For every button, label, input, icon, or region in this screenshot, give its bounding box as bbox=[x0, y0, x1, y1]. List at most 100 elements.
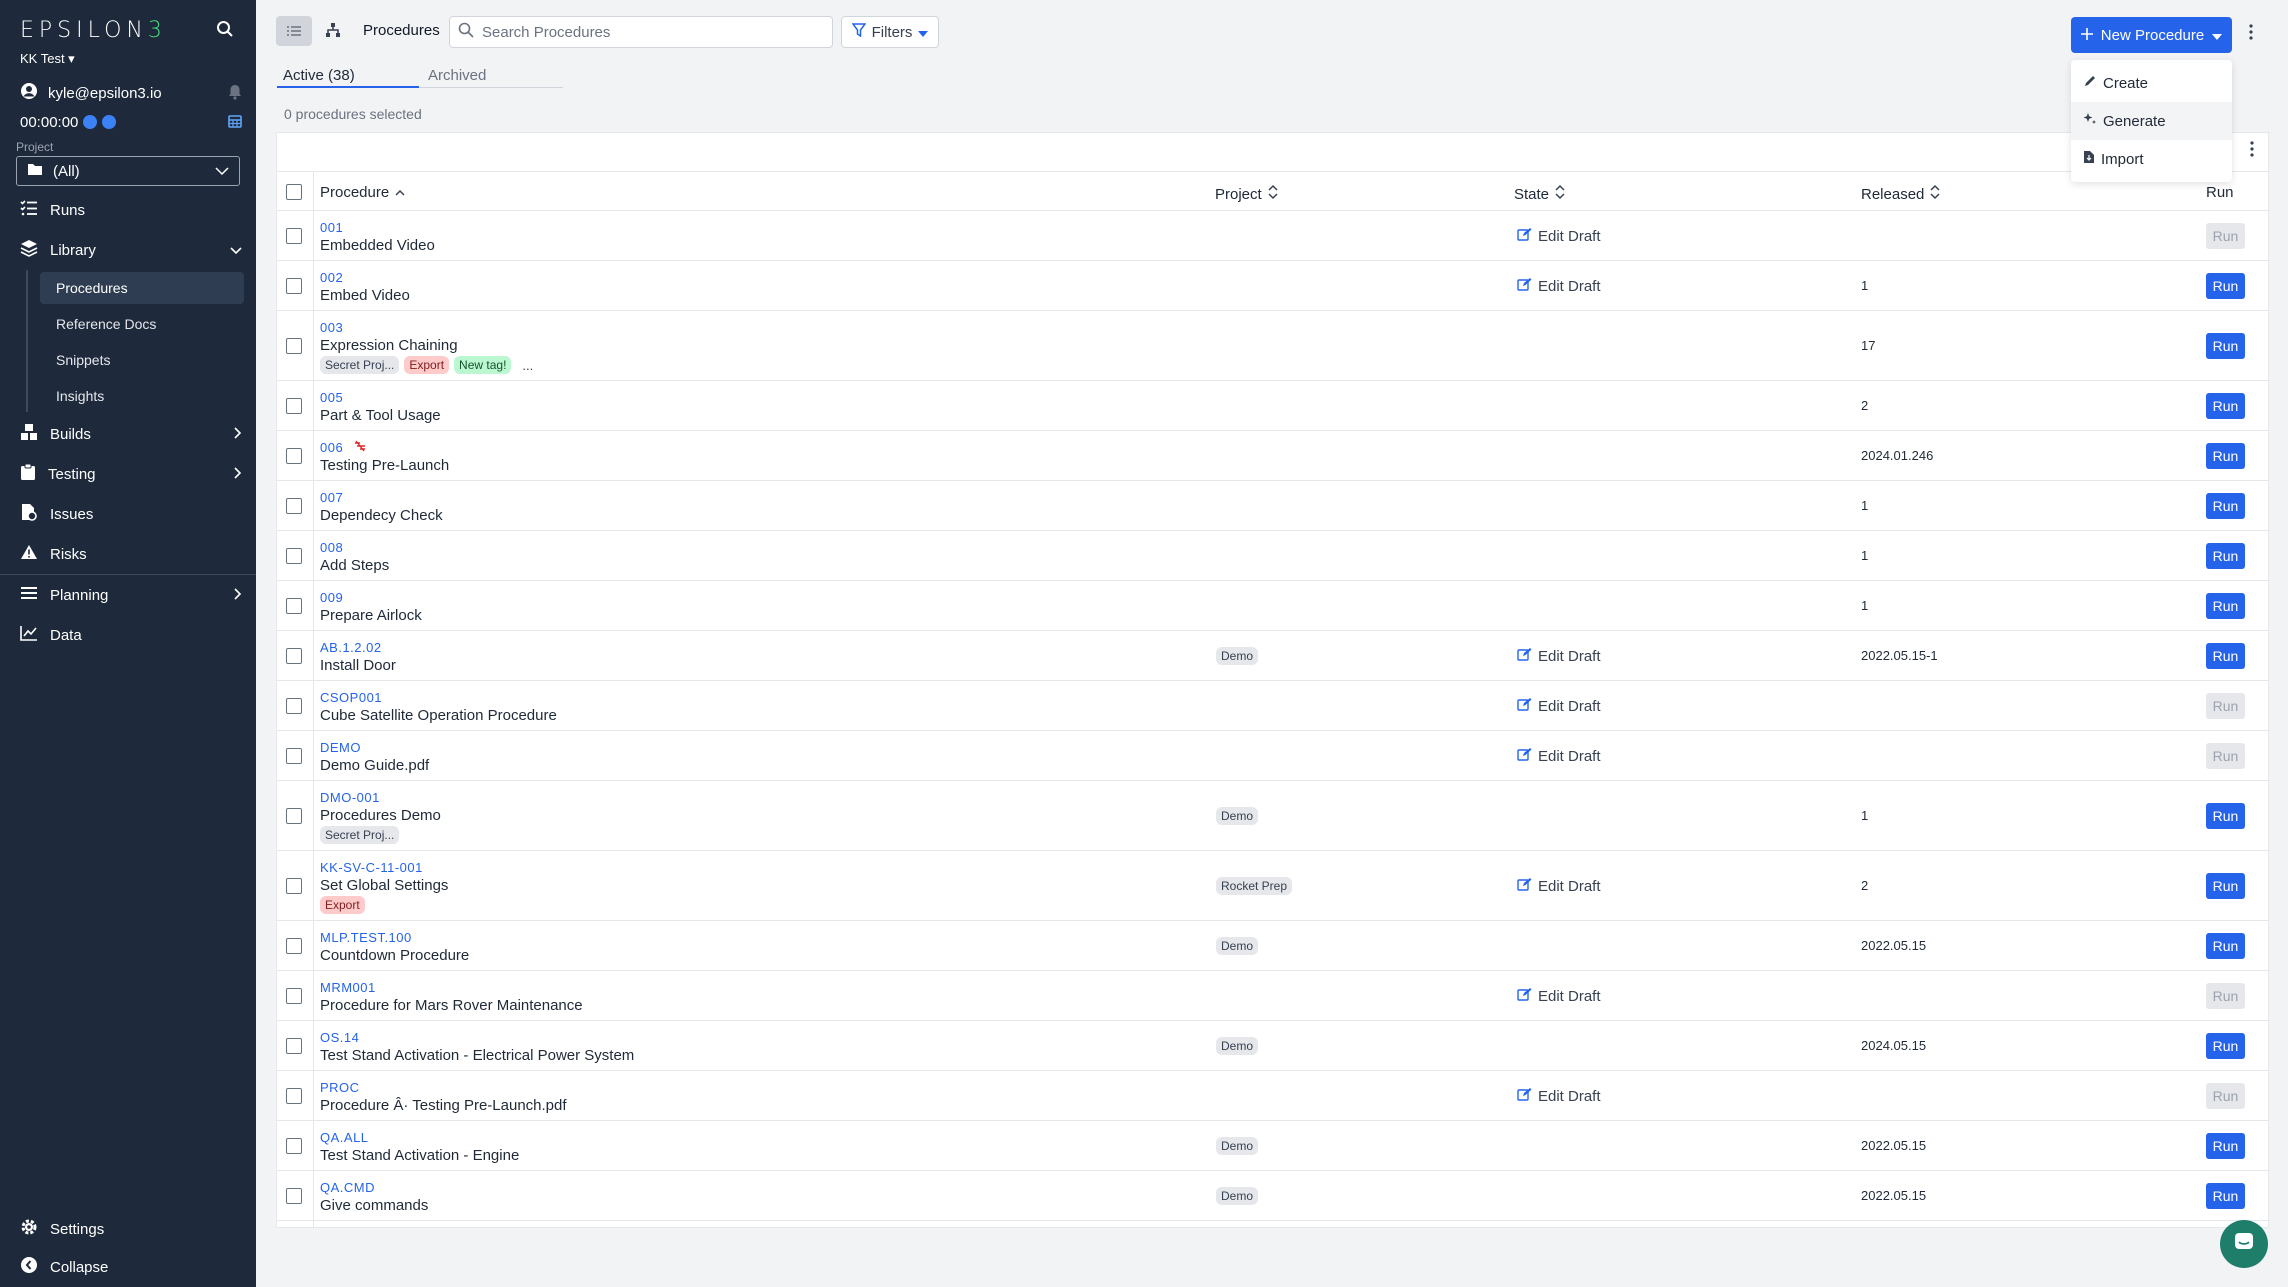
procedure-code-link[interactable]: KK-SV-C-11-001 bbox=[320, 860, 423, 875]
row-checkbox[interactable] bbox=[286, 228, 302, 244]
more-options-icon[interactable] bbox=[2249, 24, 2253, 45]
row-checkbox[interactable] bbox=[286, 748, 302, 764]
table-row[interactable]: KK-SV-C-11-001 Set Global Settings Export R… bbox=[277, 851, 2268, 921]
search-box[interactable] bbox=[449, 16, 833, 48]
run-button[interactable]: Run bbox=[2206, 493, 2245, 519]
row-checkbox[interactable] bbox=[286, 988, 302, 1004]
row-checkbox[interactable] bbox=[286, 1188, 302, 1204]
run-button[interactable]: Run bbox=[2206, 1133, 2245, 1159]
run-button[interactable]: Run bbox=[2206, 443, 2245, 469]
tree-view-icon[interactable] bbox=[325, 22, 341, 43]
edit-draft-link[interactable]: Edit Draft bbox=[1517, 227, 1601, 246]
procedure-code-link[interactable]: 008 bbox=[320, 540, 343, 555]
procedure-code-link[interactable]: 009 bbox=[320, 590, 343, 605]
sidebar-item-procedures[interactable]: Procedures bbox=[40, 272, 244, 304]
run-button[interactable]: Run bbox=[2206, 983, 2245, 1009]
procedure-name[interactable]: Procedure Â· Testing Pre-Launch.pdf bbox=[320, 1097, 567, 1114]
table-row[interactable]: 003 Expression Chaining Secret Proj... Expo… bbox=[277, 311, 2268, 381]
procedure-name[interactable]: Dependecy Check bbox=[320, 507, 443, 524]
header-project[interactable]: Project bbox=[1215, 184, 1278, 204]
row-checkbox[interactable] bbox=[286, 278, 302, 294]
header-procedure[interactable]: Procedure bbox=[320, 184, 405, 201]
nav-planning[interactable]: Planning bbox=[20, 583, 242, 607]
table-row[interactable]: MRM001 Procedure for Mars Rover Maintenan… bbox=[277, 971, 2268, 1021]
sidebar-item-reference-docs[interactable]: Reference Docs bbox=[40, 308, 244, 340]
run-button[interactable]: Run bbox=[2206, 223, 2245, 249]
row-checkbox[interactable] bbox=[286, 1088, 302, 1104]
run-button[interactable]: Run bbox=[2206, 1183, 2245, 1209]
tag-badge[interactable]: New tag! bbox=[454, 356, 512, 374]
user-row[interactable]: kyle@epsilon3.io bbox=[20, 82, 242, 104]
menu-item-create[interactable]: Create bbox=[2071, 64, 2232, 102]
run-button[interactable]: Run bbox=[2206, 393, 2245, 419]
run-button[interactable]: Run bbox=[2206, 693, 2245, 719]
table-row[interactable]: 001 Embedded Video Edit Draft Run bbox=[277, 211, 2268, 261]
procedure-name[interactable]: Test Stand Activation - Engine bbox=[320, 1147, 519, 1164]
select-all-checkbox[interactable] bbox=[286, 184, 302, 200]
procedure-name[interactable]: Expression Chaining bbox=[320, 337, 458, 354]
procedure-code-link[interactable]: 007 bbox=[320, 490, 343, 505]
play-icon[interactable] bbox=[83, 115, 98, 129]
run-button[interactable]: Run bbox=[2206, 1033, 2245, 1059]
procedure-name[interactable]: Testing Pre-Launch bbox=[320, 457, 449, 474]
table-row[interactable]: 006 Testing Pre-Launch 2024.01.246 Run bbox=[277, 431, 2268, 481]
procedure-code-link[interactable]: MRM001 bbox=[320, 980, 376, 995]
header-released[interactable]: Released bbox=[1861, 184, 1940, 204]
tab-active[interactable]: Active (38) bbox=[283, 67, 355, 84]
nav-testing[interactable]: Testing bbox=[20, 462, 242, 486]
nav-settings[interactable]: Settings bbox=[20, 1217, 242, 1241]
edit-draft-link[interactable]: Edit Draft bbox=[1517, 1087, 1601, 1106]
procedure-name[interactable]: Demo Guide.pdf bbox=[320, 757, 429, 774]
procedure-code-link[interactable]: 001 bbox=[320, 220, 343, 235]
new-procedure-button[interactable]: New Procedure bbox=[2071, 17, 2232, 53]
procedure-code-link[interactable]: OS.14 bbox=[320, 1030, 359, 1045]
procedure-code-link[interactable]: PROC bbox=[320, 1080, 360, 1095]
procedure-name[interactable]: Add Steps bbox=[320, 557, 389, 574]
run-button[interactable]: Run bbox=[2206, 873, 2245, 899]
nav-risks[interactable]: Risks bbox=[20, 542, 242, 566]
edit-draft-link[interactable]: Edit Draft bbox=[1517, 747, 1601, 766]
run-button[interactable]: Run bbox=[2206, 803, 2245, 829]
row-checkbox[interactable] bbox=[286, 1038, 302, 1054]
row-checkbox[interactable] bbox=[286, 598, 302, 614]
row-checkbox[interactable] bbox=[286, 338, 302, 354]
tag-badge[interactable]: Secret Proj... bbox=[320, 826, 400, 844]
row-checkbox[interactable] bbox=[286, 648, 302, 664]
table-row[interactable]: QA.ALL Test Stand Activation - Engine Demo… bbox=[277, 1121, 2268, 1171]
table-row[interactable]: OS.14 Test Stand Activation - Electrical … bbox=[277, 1021, 2268, 1071]
procedure-code-link[interactable]: 005 bbox=[320, 390, 343, 405]
tag-badge[interactable]: Secret Proj... bbox=[320, 356, 400, 374]
nav-issues[interactable]: Issues bbox=[20, 502, 242, 526]
run-button[interactable]: Run bbox=[2206, 273, 2245, 299]
edit-draft-link[interactable]: Edit Draft bbox=[1517, 647, 1601, 666]
procedure-code-link[interactable]: DMO-001 bbox=[320, 790, 380, 805]
procedure-code-link[interactable]: QA.CMD bbox=[320, 1180, 375, 1195]
nav-collapse[interactable]: Collapse bbox=[20, 1255, 242, 1279]
row-checkbox[interactable] bbox=[286, 938, 302, 954]
table-row[interactable]: QA.CMD Give commands Demo 2022.05.15 Run bbox=[277, 1171, 2268, 1221]
menu-item-generate[interactable]: Generate bbox=[2071, 102, 2232, 140]
edit-draft-link[interactable]: Edit Draft bbox=[1517, 277, 1601, 296]
nav-library[interactable]: Library bbox=[20, 238, 242, 262]
procedure-code-link[interactable]: AB.1.2.02 bbox=[320, 640, 382, 655]
table-row[interactable]: 008 Add Steps 1 Run bbox=[277, 531, 2268, 581]
procedure-code-link[interactable]: QA.ALL bbox=[320, 1130, 369, 1145]
edit-draft-link[interactable]: Edit Draft bbox=[1517, 697, 1601, 716]
row-checkbox[interactable] bbox=[286, 878, 302, 894]
tab-archived[interactable]: Archived bbox=[428, 67, 486, 84]
run-button[interactable]: Run bbox=[2206, 643, 2245, 669]
search-icon[interactable] bbox=[216, 20, 236, 40]
procedure-code-link[interactable]: MLP.TEST.100 bbox=[320, 930, 412, 945]
procedure-name[interactable]: Embed Video bbox=[320, 287, 410, 304]
row-checkbox[interactable] bbox=[286, 1138, 302, 1154]
chat-button[interactable] bbox=[2220, 1220, 2268, 1268]
table-row[interactable]: DMO-001 Procedures Demo Secret Proj... Demo… bbox=[277, 781, 2268, 851]
sidebar-item-snippets[interactable]: Snippets bbox=[40, 344, 244, 376]
procedure-code-link[interactable]: DEMO bbox=[320, 740, 361, 755]
procedure-name[interactable]: Give commands bbox=[320, 1197, 428, 1214]
filters-button[interactable]: Filters bbox=[841, 16, 939, 48]
calendar-icon[interactable] bbox=[228, 114, 242, 132]
table-row[interactable]: 009 Prepare Airlock 1 Run bbox=[277, 581, 2268, 631]
breadcrumb[interactable]: Procedures bbox=[363, 22, 440, 39]
table-row[interactable]: MLP.TEST.100 Countdown Procedure Demo 2022.… bbox=[277, 921, 2268, 971]
